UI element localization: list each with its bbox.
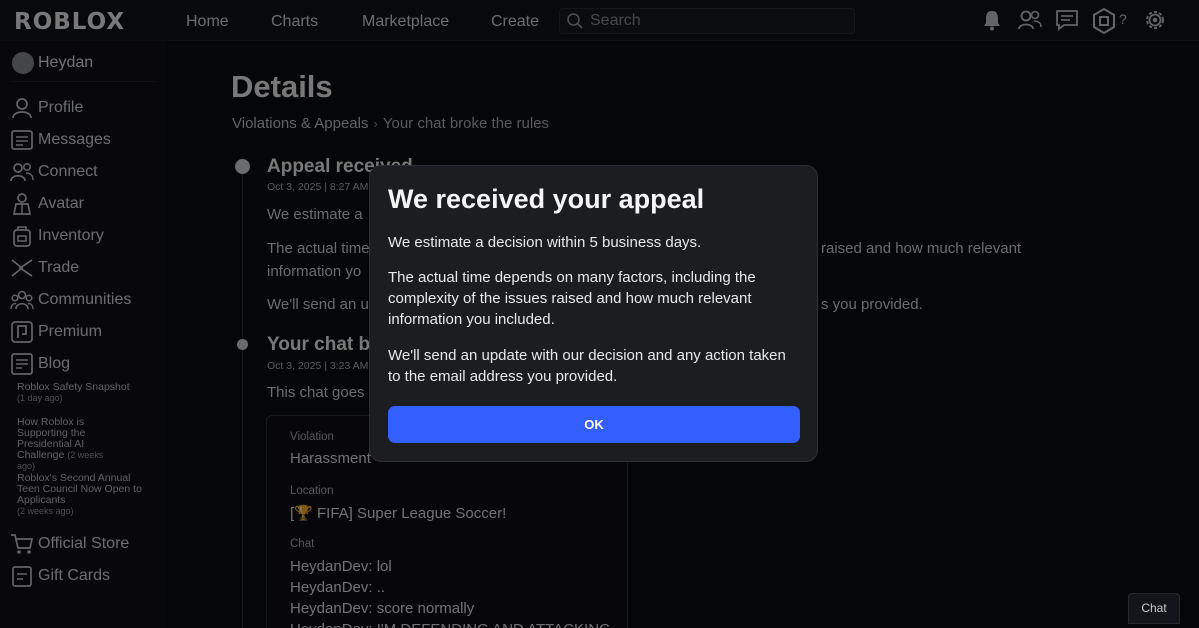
chat-button[interactable]: Chat (1128, 593, 1180, 624)
ok-button[interactable]: OK (388, 406, 800, 443)
dialog-text: We estimate a decision within 5 business… (388, 234, 702, 251)
dialog-title: We received your appeal (388, 184, 705, 214)
appeal-received-dialog: We received your appeal We estimate a de… (369, 165, 818, 462)
dialog-text: The actual time depends on many factors,… (388, 269, 756, 328)
dialog-text: We'll send an update with our decision a… (388, 347, 786, 385)
